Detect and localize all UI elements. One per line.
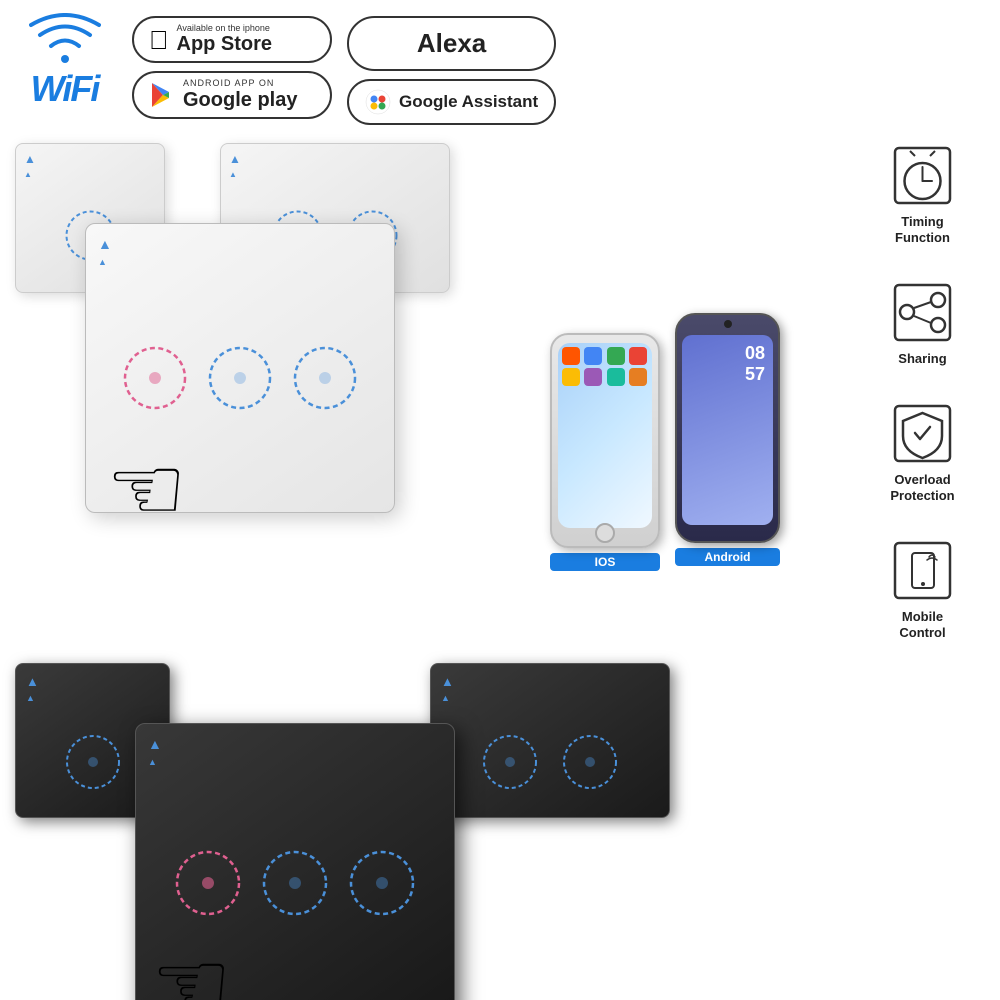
store-badges:  Available on the iphone App Store ANDR… xyxy=(132,16,332,119)
black-switch-3gang[interactable]: ▲▲ ☞ xyxy=(135,723,455,1000)
wifi-signal-1: ▲▲ xyxy=(24,152,156,180)
wifi-signal-2: ▲▲ xyxy=(229,152,441,180)
features-sidebar: TimingFunction Sharing xyxy=(845,133,1000,651)
touch-area-b2[interactable] xyxy=(441,709,659,814)
feature-sharing: Sharing xyxy=(850,280,995,366)
main-area: ▲▲ ▲▲ ▲▲ xyxy=(0,133,1000,953)
hand-pointer-black: ☞ xyxy=(151,932,232,1000)
alexa-badge[interactable]: Alexa xyxy=(347,16,556,71)
white-switch-3gang[interactable]: ▲▲ ☞ xyxy=(85,223,395,513)
ios-label: IOS xyxy=(550,553,660,571)
alexa-label: Alexa xyxy=(417,28,486,58)
touch-button-b3b[interactable] xyxy=(259,847,331,919)
android-phone: 0857 Android xyxy=(675,313,780,553)
wifi-logo: WiFi xyxy=(12,13,117,110)
timing-icon xyxy=(890,143,955,208)
touch-button-3a-active[interactable] xyxy=(120,343,190,413)
google-play-text: ANDROID APP ON Google play xyxy=(183,78,297,111)
hand-pointer-white: ☞ xyxy=(106,437,187,542)
voice-badges: Alexa Google Assistant xyxy=(347,16,556,125)
google-play-icon xyxy=(149,82,175,108)
touch-button-b2b[interactable] xyxy=(560,732,620,792)
overload-label: OverloadProtection xyxy=(890,472,954,503)
app-store-small: Available on the iphone xyxy=(177,23,273,33)
touch-button-b2a[interactable] xyxy=(480,732,540,792)
google-play-big: Google play xyxy=(183,89,297,112)
feature-timing: TimingFunction xyxy=(850,143,995,245)
google-play-small: ANDROID APP ON xyxy=(183,78,297,88)
touch-button-3c[interactable] xyxy=(290,343,360,413)
android-label: Android xyxy=(675,548,780,566)
app-store-badge[interactable]:  Available on the iphone App Store xyxy=(132,16,332,63)
wifi-text: WiFi xyxy=(31,68,99,110)
ios-phone: IOS xyxy=(550,333,660,553)
touch-button-b3c[interactable] xyxy=(346,847,418,919)
app-store-big: App Store xyxy=(177,33,273,56)
apple-icon:  xyxy=(149,27,169,53)
wifi-signal-b2: ▲▲ xyxy=(441,674,659,704)
google-assistant-icon xyxy=(365,89,391,115)
black-switch-2gang[interactable]: ▲▲ xyxy=(430,663,670,818)
sharing-icon xyxy=(890,280,955,345)
touch-button-b3a-active[interactable] xyxy=(172,847,244,919)
sharing-label: Sharing xyxy=(898,351,946,366)
google-assistant-badge[interactable]: Google Assistant xyxy=(347,79,556,125)
wifi-signal-b3: ▲▲ xyxy=(148,736,442,768)
wifi-signal-3: ▲▲ xyxy=(98,236,382,268)
touch-button-3b[interactable] xyxy=(205,343,275,413)
mobile-icon xyxy=(890,538,955,603)
google-assistant-label: Google Assistant xyxy=(399,92,538,112)
google-play-badge[interactable]: ANDROID APP ON Google play xyxy=(132,71,332,118)
app-store-text: Available on the iphone App Store xyxy=(177,23,273,56)
mobile-label: MobileControl xyxy=(899,609,945,640)
timing-label: TimingFunction xyxy=(895,214,950,245)
header: WiFi  Available on the iphone App Store xyxy=(0,0,1000,133)
wifi-signal-b1: ▲▲ xyxy=(26,674,159,704)
feature-overload: OverloadProtection xyxy=(850,401,995,503)
touch-button-b1[interactable] xyxy=(63,732,123,792)
overload-icon xyxy=(890,401,955,466)
wifi-icon xyxy=(29,13,101,68)
feature-mobile: MobileControl xyxy=(850,538,995,640)
